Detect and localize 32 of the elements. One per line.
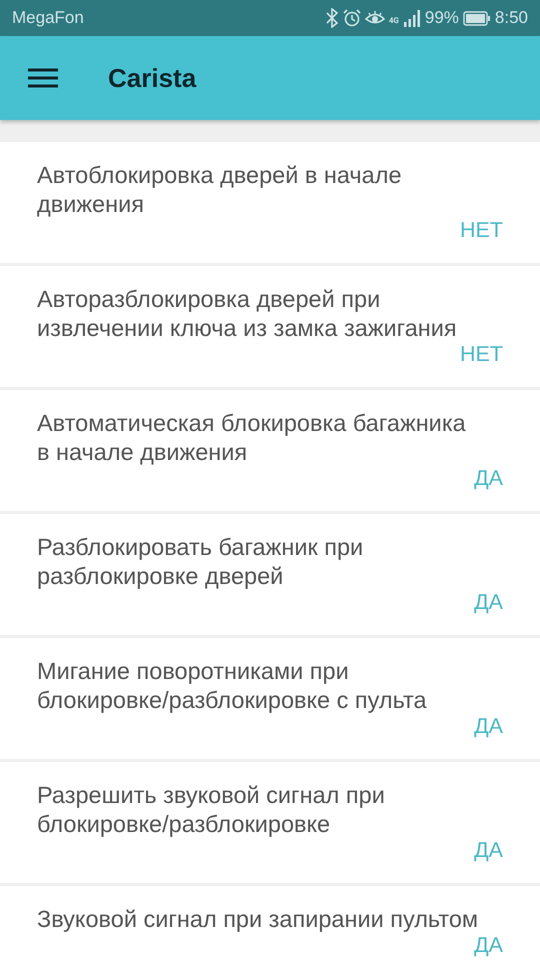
setting-value: НЕТ: [460, 221, 503, 240]
setting-value: ДА: [474, 936, 503, 955]
setting-value: ДА: [474, 841, 503, 860]
setting-row[interactable]: Звуковой сигнал при запирании пультом ДА: [0, 886, 540, 960]
eye-icon: [364, 10, 385, 26]
setting-label: Разрешить звуковой сигнал при блокировке/разблокировке: [37, 781, 386, 839]
setting-value: ДА: [474, 469, 503, 488]
setting-label: Разблокировать багажник при разблокировке дверей: [37, 533, 364, 591]
setting-row[interactable]: Автоблокировка дверей в начале движения НЕТ: [0, 142, 540, 263]
setting-row[interactable]: Мигание поворотниками при блокировке/разблокировке с пульта ДА: [0, 638, 540, 759]
carrier-name: MegaFon: [12, 8, 84, 28]
setting-row[interactable]: Автоматическая блокировка багажника в начале движения ДА: [0, 390, 540, 511]
menu-icon[interactable]: [28, 68, 58, 88]
setting-label: Авторазблокировка дверей при извлечении ключа из замка зажигания: [37, 285, 458, 343]
bluetooth-icon: [324, 8, 339, 28]
setting-label: Мигание поворотниками при блокировке/разблокировке с пульта: [37, 657, 428, 715]
network-type: 4G: [388, 16, 399, 25]
app-title: Carista: [108, 62, 196, 94]
battery-icon: [462, 10, 491, 26]
setting-label: Автоблокировка дверей в начале движения: [37, 161, 403, 219]
setting-value: ДА: [474, 593, 503, 612]
setting-label: Звуковой сигнал при запирании пультом: [37, 905, 480, 934]
battery-percent: 99%: [424, 8, 459, 28]
setting-label: Автоматическая блокировка багажника в начале движения: [37, 409, 467, 467]
alarm-icon: [342, 9, 361, 27]
setting-row[interactable]: Разрешить звуковой сигнал при блокировке/разблокировке ДА: [0, 762, 540, 883]
signal-icon: [402, 9, 421, 27]
setting-row[interactable]: Разблокировать багажник при разблокировке дверей ДА: [0, 514, 540, 635]
clock-time: 8:50: [494, 8, 528, 28]
setting-row[interactable]: Авторазблокировка дверей при извлечении ключа из замка зажигания НЕТ: [0, 266, 540, 387]
setting-value: ДА: [474, 717, 503, 736]
setting-value: НЕТ: [460, 345, 503, 364]
